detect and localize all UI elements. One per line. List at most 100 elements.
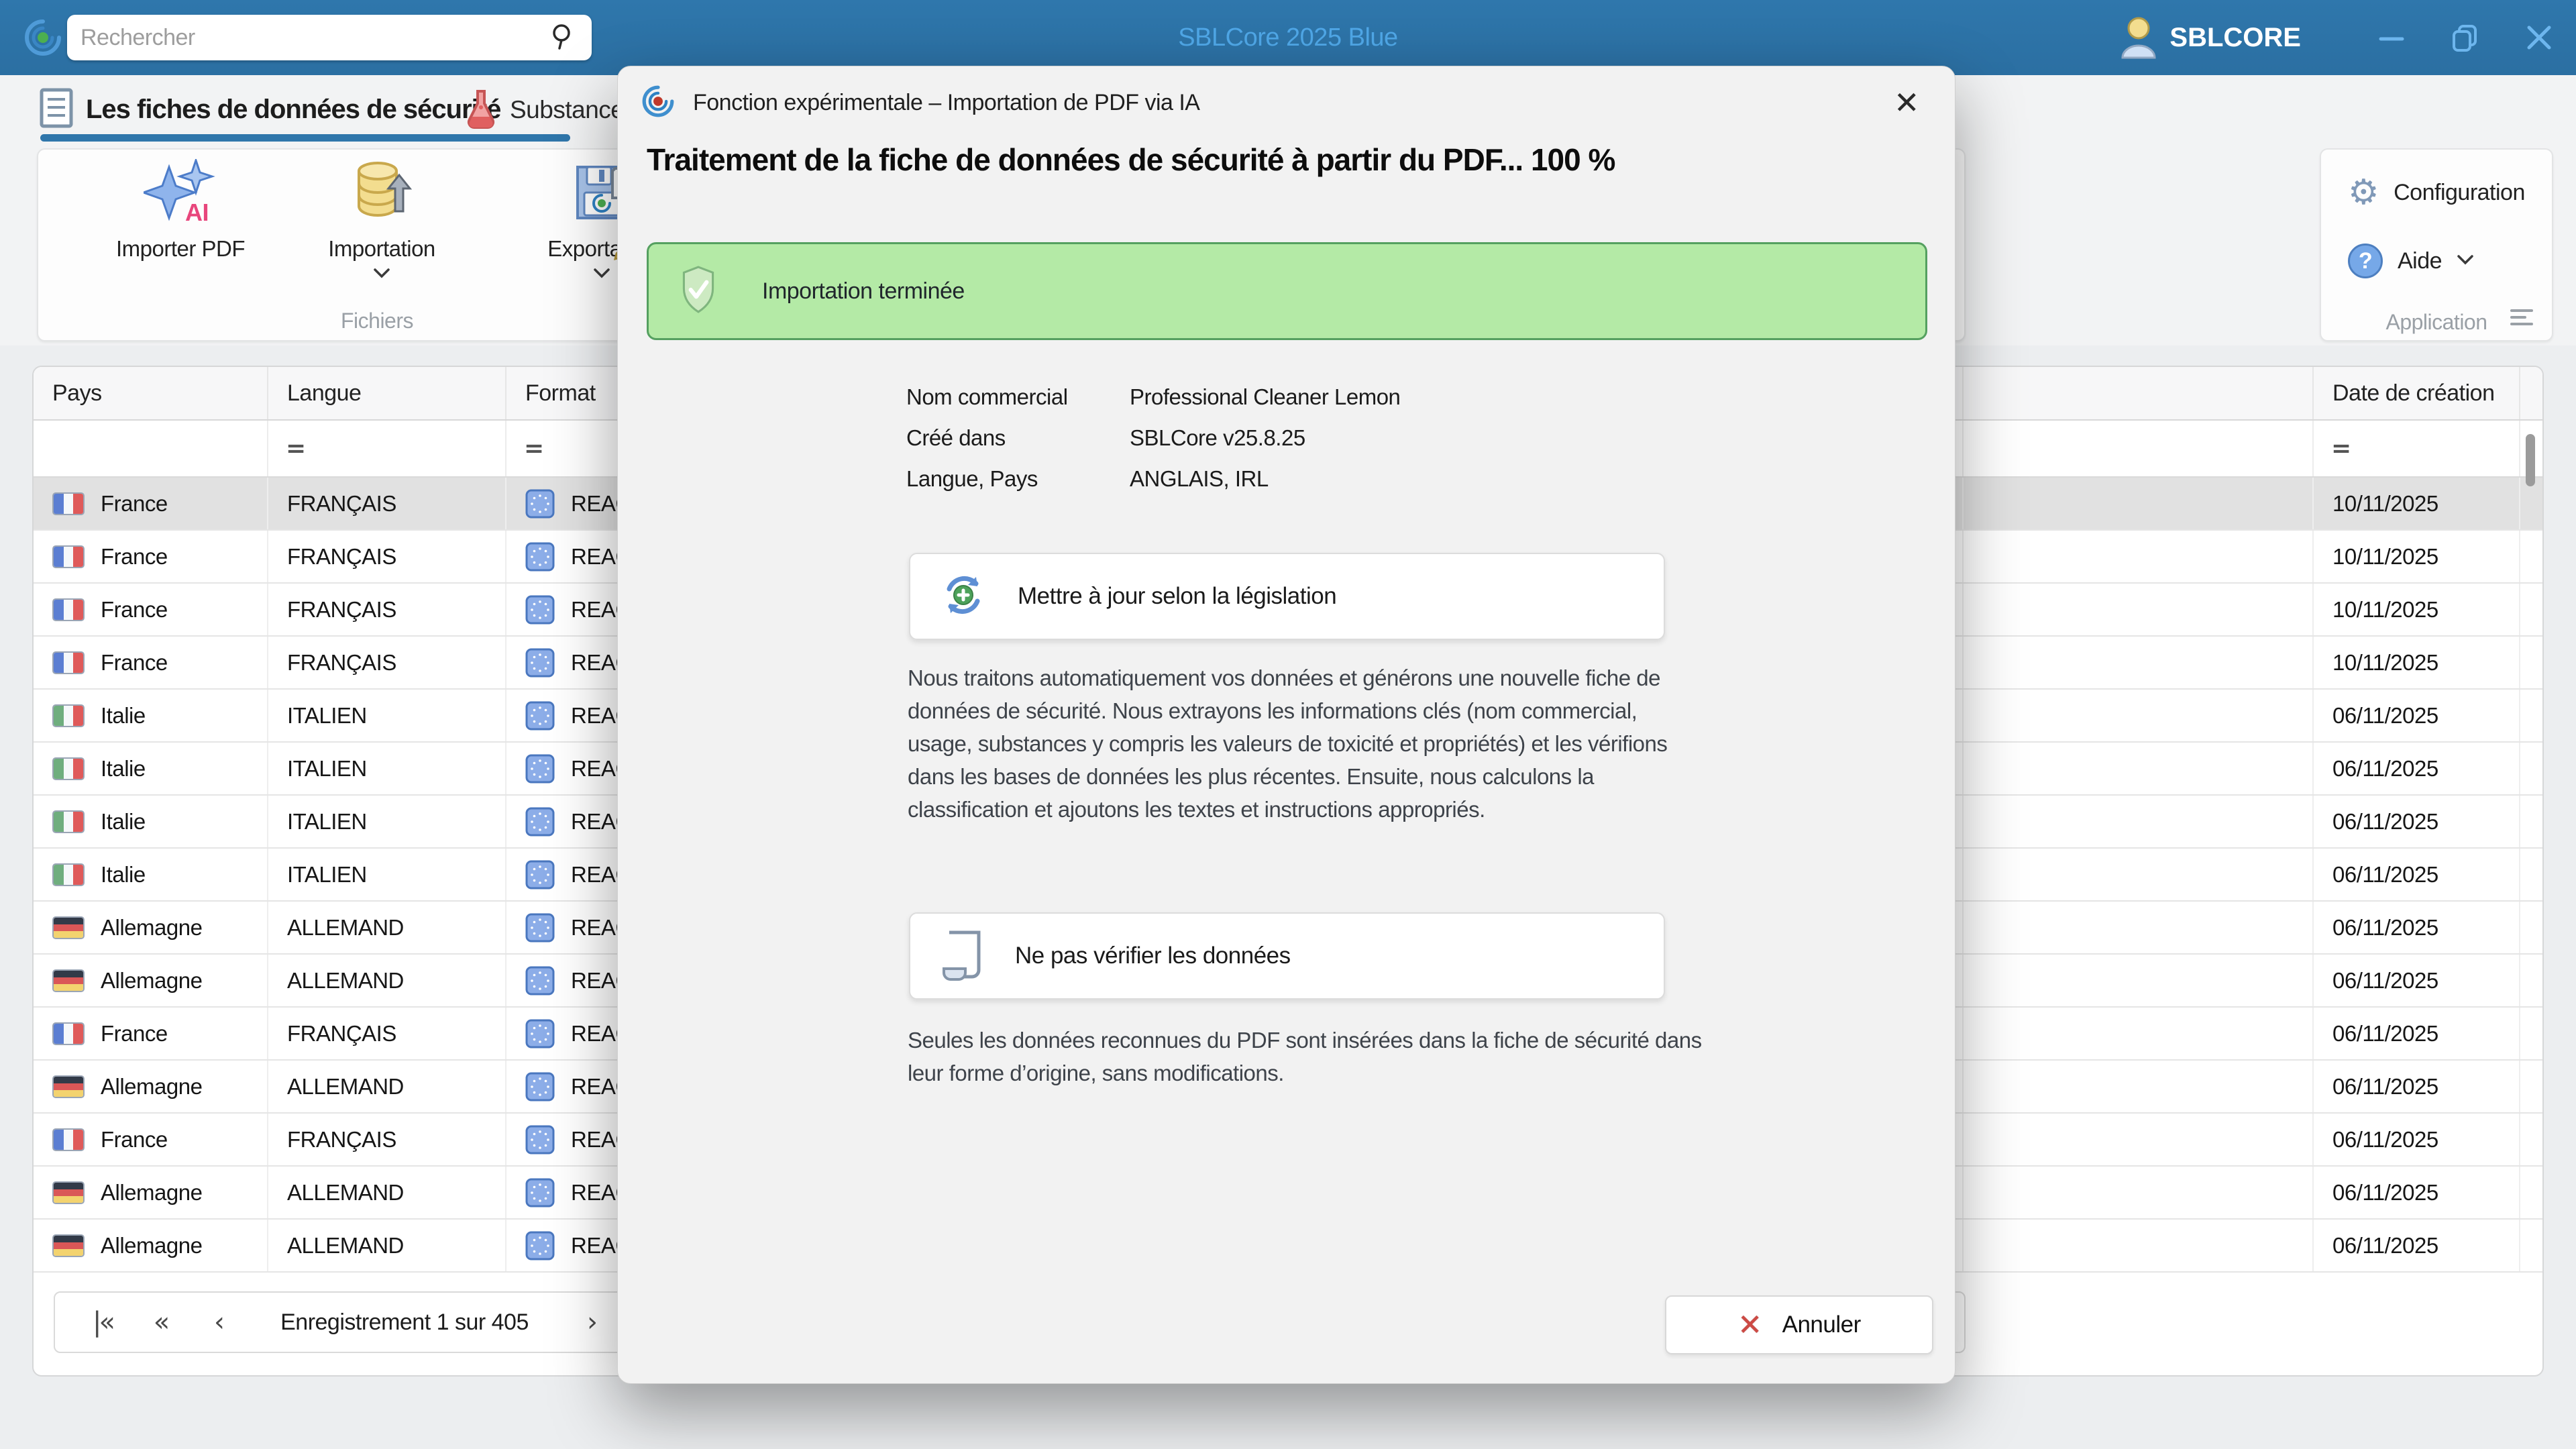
blank-cell: [1964, 637, 2314, 688]
language-cell: ITALIEN: [268, 743, 506, 794]
status-text: Importation terminée: [762, 278, 965, 304]
eu-flag-icon: [525, 913, 555, 943]
date-cell: 10/11/2025: [2314, 478, 2520, 529]
chevron-down-icon: [2457, 254, 2474, 268]
update-legislation-button[interactable]: Mettre à jour selon la législation: [909, 553, 1665, 640]
close-window-button[interactable]: [2502, 0, 2576, 75]
country-flag-icon: [52, 916, 85, 939]
column-header-langue[interactable]: Langue: [268, 367, 506, 419]
skip-button-label: Ne pas vérifier les données: [1015, 943, 1291, 969]
cancel-button[interactable]: ✕ Annuler: [1665, 1295, 1933, 1354]
chevron-down-icon: [373, 268, 390, 282]
column-header-date[interactable]: Date de création: [2314, 367, 2520, 419]
language-cell: ITALIEN: [268, 849, 506, 900]
ribbon-group-label: Fichiers: [340, 309, 414, 333]
detail-label: Nom commercial: [906, 384, 1068, 409]
detail-value: Professional Cleaner Lemon: [1130, 384, 1401, 409]
gear-icon: ⚙: [2348, 172, 2379, 213]
skip-verification-button[interactable]: Ne pas vérifier les données: [909, 912, 1665, 1000]
country-cell: France: [34, 531, 268, 582]
eu-flag-icon: [525, 648, 555, 678]
ai-sparkles-icon: AI: [144, 159, 217, 223]
blank-cell: [1964, 1008, 2314, 1059]
scrollbar-thumb[interactable]: [2526, 434, 2535, 486]
database-import-icon: [351, 159, 413, 223]
language-cell: FRANÇAIS: [268, 637, 506, 688]
date-cell: 06/11/2025: [2314, 902, 2520, 953]
country-cell: Allemagne: [34, 1061, 268, 1112]
country-cell: Italie: [34, 743, 268, 794]
eu-flag-icon: [525, 1231, 555, 1260]
table-scrollbar[interactable]: [2522, 425, 2538, 1348]
language-cell: FRANÇAIS: [268, 478, 506, 529]
language-cell: ALLEMAND: [268, 1061, 506, 1112]
title-bar: SBLCore 2025 Blue SBLCORE: [0, 0, 2576, 75]
language-cell: ALLEMAND: [268, 1167, 506, 1218]
country-flag-icon: [52, 863, 85, 886]
date-cell: 06/11/2025: [2314, 955, 2520, 1006]
blank-cell: [1964, 902, 2314, 953]
language-cell: FRANÇAIS: [268, 1114, 506, 1165]
filter-date[interactable]: =: [2314, 421, 2520, 476]
eu-flag-icon: [525, 860, 555, 890]
app-window: SBLCore 2025 Blue SBLCORE: [0, 0, 2576, 1449]
column-header-blank: [1964, 367, 2314, 419]
update-button-label: Mettre à jour selon la législation: [1018, 583, 1337, 609]
column-header-pays[interactable]: Pays: [34, 367, 268, 419]
search-input[interactable]: [80, 24, 549, 51]
document-scroll-icon: [940, 928, 984, 984]
minimize-button[interactable]: [2355, 0, 2428, 75]
filter-pays[interactable]: [34, 421, 268, 476]
date-cell: 10/11/2025: [2314, 584, 2520, 635]
search-box[interactable]: [67, 15, 592, 60]
country-flag-icon: [52, 1181, 85, 1204]
importation-button[interactable]: Importation: [281, 159, 482, 282]
group-options-icon[interactable]: [2510, 305, 2533, 329]
skip-description: Seules les données reconnues du PDF sont…: [908, 1028, 1702, 1085]
detail-label: Créé dans: [906, 425, 1006, 450]
blank-cell: [1964, 849, 2314, 900]
dialog-close-button[interactable]: ✕: [1885, 81, 1928, 124]
restore-button[interactable]: [2428, 0, 2502, 75]
prev-record-button[interactable]: ‹: [189, 1307, 247, 1338]
blank-cell: [1964, 584, 2314, 635]
country-cell: Allemagne: [34, 955, 268, 1006]
detail-label: Langue, Pays: [906, 466, 1038, 491]
country-cell: France: [34, 1114, 268, 1165]
country-flag-icon: [52, 492, 85, 515]
eu-flag-icon: [525, 489, 555, 519]
blank-cell: [1964, 1114, 2314, 1165]
dialog-heading: Traitement de la fiche de données de séc…: [647, 142, 1615, 177]
date-cell: 10/11/2025: [2314, 531, 2520, 582]
date-cell: 06/11/2025: [2314, 743, 2520, 794]
configuration-label: Configuration: [2394, 179, 2525, 205]
account-button[interactable]: SBLCORE: [2117, 13, 2301, 62]
flask-icon: [464, 87, 498, 132]
eu-flag-icon: [525, 1178, 555, 1208]
filter-langue[interactable]: =: [268, 421, 506, 476]
country-flag-icon: [52, 757, 85, 780]
eu-flag-icon: [525, 754, 555, 784]
help-button[interactable]: ? Aide: [2348, 244, 2474, 278]
import-pdf-button[interactable]: AI Importer PDF: [80, 159, 281, 262]
date-cell: 06/11/2025: [2314, 690, 2520, 741]
country-cell: Italie: [34, 690, 268, 741]
country-cell: France: [34, 584, 268, 635]
next-record-button[interactable]: ›: [562, 1307, 620, 1338]
account-name: SBLCORE: [2169, 22, 2301, 52]
search-icon[interactable]: [549, 21, 578, 54]
country-cell: France: [34, 1008, 268, 1059]
fast-prev-button[interactable]: «: [131, 1307, 189, 1338]
import-success-banner: Importation terminée: [647, 242, 1927, 340]
filter-blank[interactable]: [1964, 421, 2314, 476]
country-flag-icon: [52, 545, 85, 568]
first-record-button[interactable]: |«: [74, 1307, 131, 1338]
ribbon-group-application: ⚙ Configuration ? Aide Application: [2320, 148, 2553, 341]
update-sync-icon: [940, 572, 987, 622]
language-cell: ALLEMAND: [268, 955, 506, 1006]
configuration-button[interactable]: ⚙ Configuration: [2348, 172, 2525, 213]
tab-substances[interactable]: Substances: [464, 75, 637, 144]
country-flag-icon: [52, 598, 85, 621]
country-cell: Allemagne: [34, 902, 268, 953]
blank-cell: [1964, 743, 2314, 794]
